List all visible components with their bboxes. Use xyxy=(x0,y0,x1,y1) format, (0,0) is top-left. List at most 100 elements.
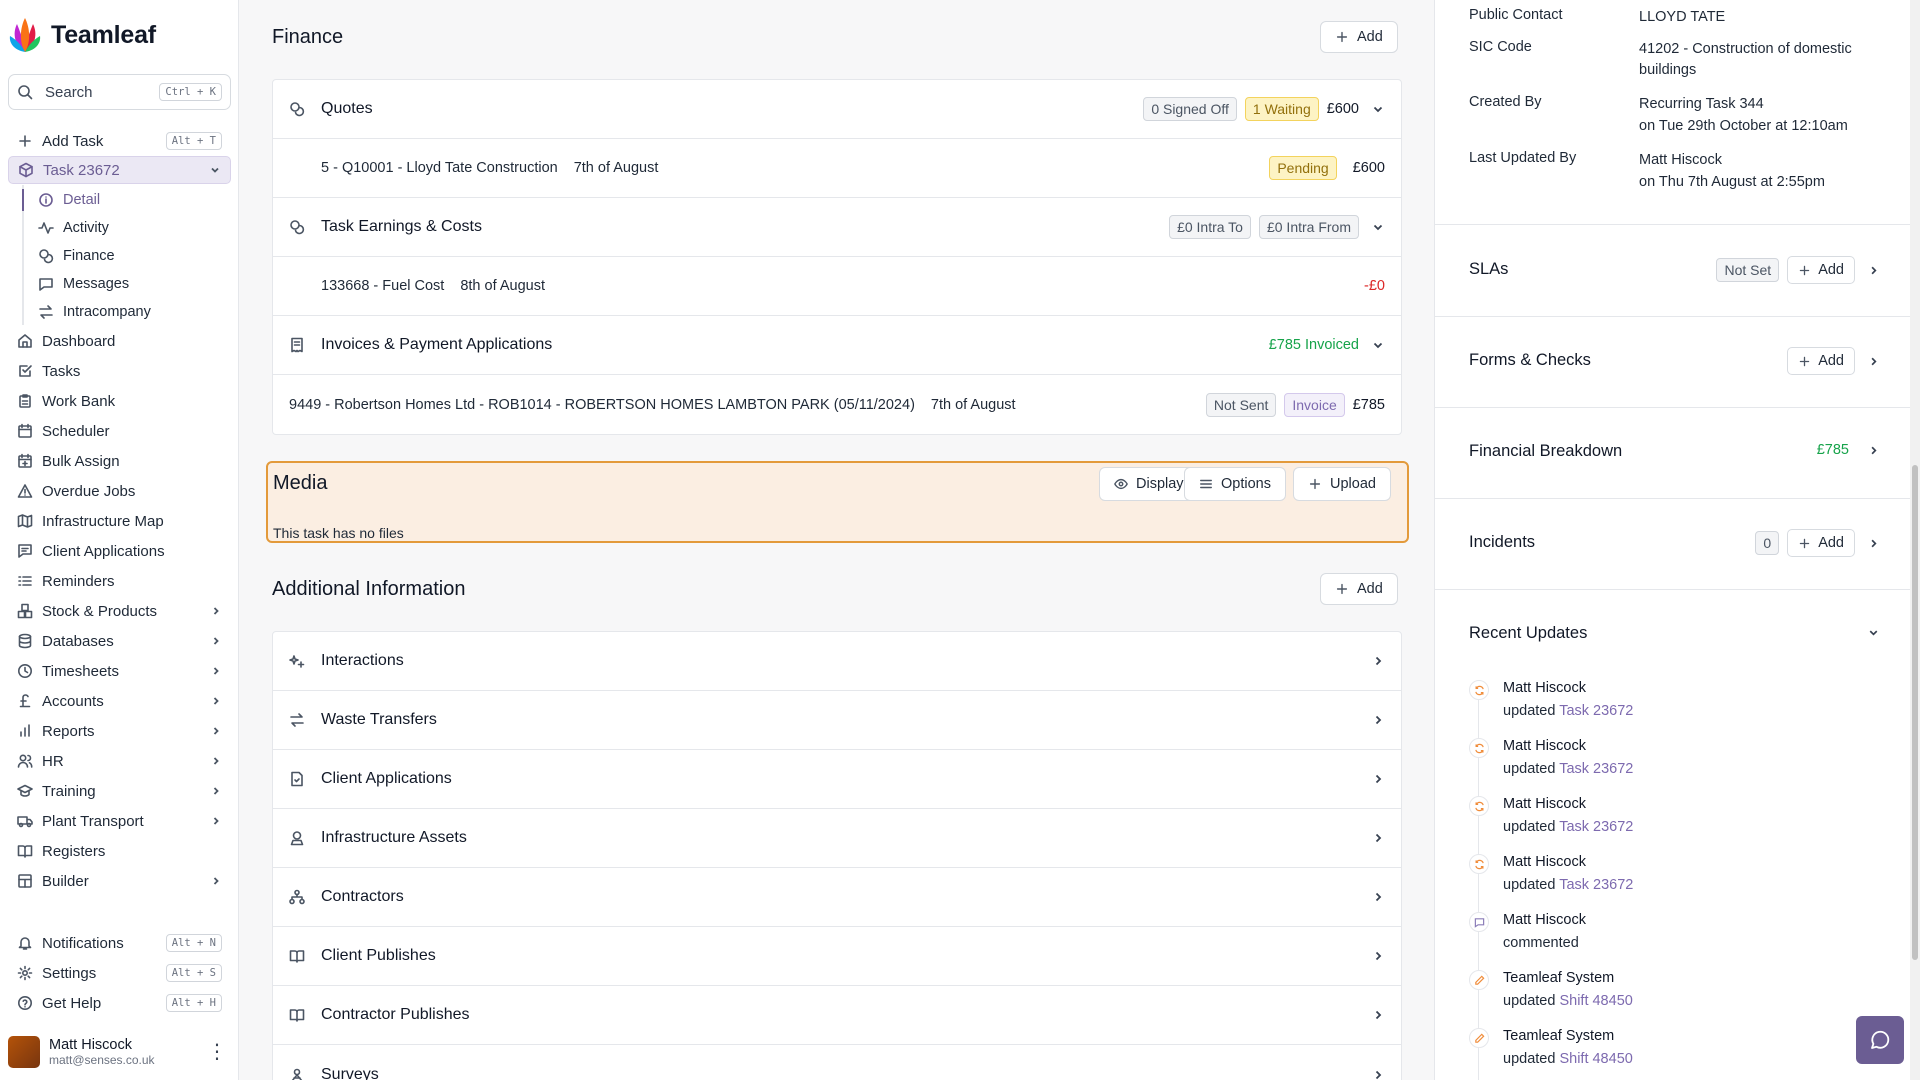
task-label: Task 23672 xyxy=(43,161,120,179)
info-row-client-publishes[interactable]: Client Publishes xyxy=(273,927,1401,986)
additional-add-button[interactable]: Add xyxy=(1320,573,1398,605)
chevron-right-icon xyxy=(1375,1070,1382,1079)
chevron-down-icon[interactable] xyxy=(1371,338,1385,352)
sidebar-item-task[interactable]: Task 23672 xyxy=(8,156,231,184)
earning-row[interactable]: 133668 - Fuel Cost 8th of August -£0 xyxy=(273,257,1401,316)
chevron-down-icon[interactable] xyxy=(1371,220,1385,234)
update-link[interactable]: Shift 48450 xyxy=(1559,993,1632,1009)
sidebar-item-scheduler[interactable]: Scheduler xyxy=(8,417,231,445)
info-row-surveys[interactable]: Surveys xyxy=(273,1045,1401,1080)
sidebar-item-registers[interactable]: Registers xyxy=(8,837,231,865)
sidebar-item-tasks[interactable]: Tasks xyxy=(8,357,231,385)
quote-row[interactable]: 5 - Q10001 - Lloyd Tate Construction 7th… xyxy=(273,139,1401,198)
divider xyxy=(1435,407,1911,408)
sidebar-item-builder[interactable]: Builder xyxy=(8,867,231,895)
last-updated-label: Last Updated By xyxy=(1469,150,1577,166)
slas-add-button[interactable]: Add xyxy=(1787,256,1855,284)
waiting-badge: 1 Waiting xyxy=(1244,97,1319,121)
info-row-contractors[interactable]: Contractors xyxy=(273,868,1401,927)
user-menu[interactable]: Matt Hiscock matt@senses.co.uk ⋮ xyxy=(8,1032,231,1072)
coins-icon xyxy=(39,249,54,264)
update-link[interactable]: Task 23672 xyxy=(1559,819,1633,835)
settings-button[interactable]: Settings Alt + S xyxy=(8,959,231,987)
invoices-header[interactable]: Invoices & Payment Applications £785 Inv… xyxy=(273,316,1401,375)
sidebar: Teamleaf Search Ctrl + K Add Task Alt + … xyxy=(0,0,239,1080)
add-task-shortcut: Alt + T xyxy=(165,132,222,150)
search-icon xyxy=(18,85,33,100)
invoice-amount: £785 xyxy=(1352,396,1385,413)
update-author: Matt Hiscock xyxy=(1503,796,1586,812)
sidebar-item-reminders[interactable]: Reminders xyxy=(8,567,231,595)
upload-label: Upload xyxy=(1330,476,1376,492)
chevron-right-icon xyxy=(213,697,219,705)
sidebar-item-overdue-jobs[interactable]: Overdue Jobs xyxy=(8,477,231,505)
update-link[interactable]: Task 23672 xyxy=(1559,877,1633,893)
invoice-name: 9449 - Robertson Homes Ltd - ROB1014 - R… xyxy=(289,396,915,413)
chat-button[interactable] xyxy=(1856,1016,1904,1064)
sidebar-item-accounts[interactable]: Accounts xyxy=(8,687,231,715)
add-task-button[interactable]: Add Task Alt + T xyxy=(8,127,231,155)
scrollbar-thumb[interactable] xyxy=(1912,465,1918,960)
search-input[interactable]: Search Ctrl + K xyxy=(8,74,231,110)
chevron-right-icon xyxy=(1375,833,1382,843)
info-row-client-applications[interactable]: Client Applications xyxy=(273,750,1401,809)
logo[interactable]: Teamleaf xyxy=(9,16,156,54)
financial-breakdown-amount: £785 xyxy=(1816,442,1849,458)
sidebar-item-training[interactable]: Training xyxy=(8,777,231,805)
update-link[interactable]: Task 23672 xyxy=(1559,761,1633,777)
sidebar-sub-intracompany[interactable]: Intracompany xyxy=(38,299,151,325)
sidebar-sub-messages[interactable]: Messages xyxy=(38,271,129,297)
media-options-button[interactable]: Options xyxy=(1184,467,1286,501)
notifications-button[interactable]: Notifications Alt + N xyxy=(8,929,231,957)
sidebar-sub-detail[interactable]: Detail xyxy=(38,187,100,213)
chevron-right-icon[interactable] xyxy=(1867,264,1880,277)
finance-add-button[interactable]: Add xyxy=(1320,21,1398,53)
chevron-right-icon xyxy=(213,757,219,765)
forms-add-label: Add xyxy=(1818,353,1844,369)
invoice-row[interactable]: 9449 - Robertson Homes Ltd - ROB1014 - R… xyxy=(273,375,1401,434)
update-link[interactable]: Shift 48450 xyxy=(1559,1051,1632,1067)
forms-add-button[interactable]: Add xyxy=(1787,347,1855,375)
sidebar-item-client-applications[interactable]: Client Applications xyxy=(8,537,231,565)
sidebar-sub-finance[interactable]: Finance xyxy=(38,243,115,269)
get-help-button[interactable]: Get Help Alt + H xyxy=(8,989,231,1017)
sidebar-item-stock-products[interactable]: Stock & Products xyxy=(8,597,231,625)
sidebar-item-work-bank[interactable]: Work Bank xyxy=(8,387,231,415)
sic-code-value-2: buildings xyxy=(1639,62,1697,78)
earnings-header[interactable]: Task Earnings & Costs £0 Intra To £0 Int… xyxy=(273,198,1401,257)
chevron-right-icon[interactable] xyxy=(1867,355,1880,368)
chevron-right-icon xyxy=(213,637,219,645)
divider xyxy=(1435,316,1911,317)
sidebar-item-label: Tasks xyxy=(42,362,81,380)
chevron-right-icon[interactable] xyxy=(1867,537,1880,550)
sidebar-item-bulk-assign[interactable]: Bulk Assign xyxy=(8,447,231,475)
asset-icon xyxy=(290,831,304,846)
info-row-interactions[interactable]: Interactions xyxy=(273,632,1401,691)
chevron-down-icon[interactable] xyxy=(1371,102,1385,116)
update-link[interactable]: Task 23672 xyxy=(1559,703,1633,719)
bar-chart-icon xyxy=(20,724,30,737)
transfer-icon xyxy=(290,713,304,727)
menu-icon xyxy=(1200,479,1212,489)
info-row-waste-transfers[interactable]: Waste Transfers xyxy=(273,691,1401,750)
incidents-add-button[interactable]: Add xyxy=(1787,529,1855,557)
more-vertical-icon[interactable]: ⋮ xyxy=(207,1042,231,1062)
user-email: matt@senses.co.uk xyxy=(49,1053,155,1067)
sidebar-item-reports[interactable]: Reports xyxy=(8,717,231,745)
scrollbar[interactable] xyxy=(1910,0,1920,1080)
info-row-infrastructure-assets[interactable]: Infrastructure Assets xyxy=(273,809,1401,868)
sidebar-item-label: Timesheets xyxy=(42,662,119,680)
sidebar-sub-activity[interactable]: Activity xyxy=(38,215,109,241)
media-upload-button[interactable]: Upload xyxy=(1293,467,1391,501)
display-label: Display xyxy=(1136,476,1184,492)
chevron-right-icon[interactable] xyxy=(1867,444,1880,457)
sidebar-item-infrastructure-map[interactable]: Infrastructure Map xyxy=(8,507,231,535)
chevron-down-icon[interactable] xyxy=(1867,626,1880,639)
sidebar-item-hr[interactable]: HR xyxy=(8,747,231,775)
sidebar-item-timesheets[interactable]: Timesheets xyxy=(8,657,231,685)
sidebar-item-plant-transport[interactable]: Plant Transport xyxy=(8,807,231,835)
info-row-contractor-publishes[interactable]: Contractor Publishes xyxy=(273,986,1401,1045)
quotes-header[interactable]: Quotes 0 Signed Off 1 Waiting £600 xyxy=(273,80,1401,139)
sidebar-item-databases[interactable]: Databases xyxy=(8,627,231,655)
sidebar-item-dashboard[interactable]: Dashboard xyxy=(8,327,231,355)
